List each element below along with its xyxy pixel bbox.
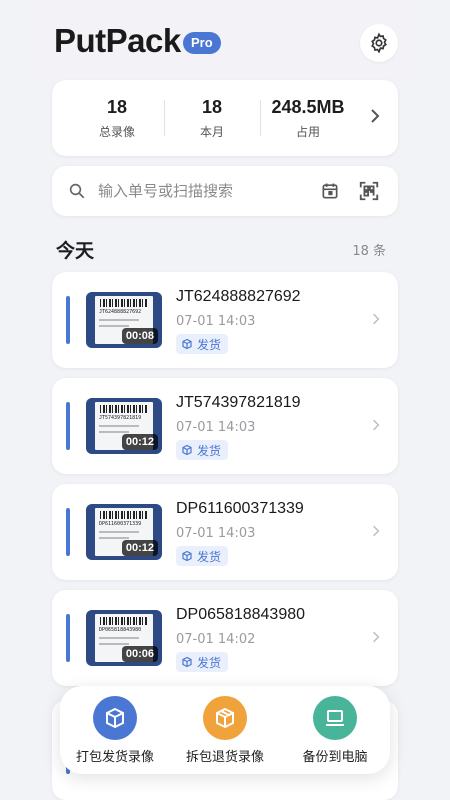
list-item[interactable]: DP065818843980 00:06 DP065818843980 07-0…	[52, 590, 398, 686]
stats-card[interactable]: 18 总录像 18 本月 248.5MB 占用	[52, 80, 398, 156]
duration-badge: 00:12	[121, 434, 158, 450]
section-title: 今天	[56, 240, 95, 262]
stat-value: 18	[201, 97, 223, 117]
stat-value: 18	[106, 97, 128, 117]
chevron-right-icon	[373, 631, 380, 643]
label-line	[99, 431, 129, 433]
video-thumbnail[interactable]: JT574397821819 00:12	[86, 398, 162, 454]
thumbnail-text: JT624888827692	[99, 309, 142, 315]
action-icon-circle	[203, 696, 247, 740]
stat-this-month: 18 本月	[160, 80, 264, 156]
stat-value: 248.5MB	[271, 97, 345, 117]
settings-button[interactable]	[360, 24, 398, 62]
pack-ship-record-button[interactable]: 打包发货录像	[60, 696, 170, 765]
tag-label: 发货	[197, 443, 222, 458]
record-datetime: 07-01 14:03	[176, 314, 256, 329]
search-input[interactable]	[98, 178, 308, 204]
tag-label: 发货	[197, 337, 222, 352]
app-title: PutPack	[54, 22, 181, 59]
label-line	[99, 531, 139, 533]
chevron-right-icon	[373, 525, 380, 537]
box-icon	[182, 550, 192, 562]
chevron-right-icon	[371, 109, 380, 123]
box-icon	[106, 707, 124, 729]
search-bar[interactable]	[52, 166, 398, 216]
type-tag: 发货	[176, 334, 229, 354]
action-bar: 打包发货录像 拆包退货录像 备份到电脑	[60, 686, 390, 774]
laptop-icon	[326, 710, 344, 726]
duration-badge: 00:12	[121, 540, 158, 556]
scan-icon[interactable]	[358, 180, 380, 202]
label-line	[99, 425, 139, 427]
label-line	[99, 537, 129, 539]
search-icon	[69, 183, 85, 199]
thumbnail-text: JT574397821819	[99, 415, 142, 421]
barcode	[100, 405, 148, 413]
tracking-number: DP065818843980	[176, 606, 306, 623]
section-count: 18 条	[352, 244, 386, 259]
stat-label: 本月	[199, 125, 224, 139]
action-label: 拆包退货录像	[185, 750, 264, 765]
chevron-right-icon	[373, 419, 380, 431]
box-icon	[182, 338, 192, 350]
pro-badge: Pro	[183, 32, 221, 54]
tracking-number: DP611600371339	[176, 500, 304, 517]
unpack-return-record-button[interactable]: 拆包退货录像	[170, 696, 280, 765]
accent-bar	[66, 508, 70, 556]
tracking-number: JT574397821819	[176, 394, 301, 411]
stat-total-videos: 18 总录像	[64, 80, 170, 156]
record-datetime: 07-01 14:03	[176, 420, 256, 435]
accent-bar	[66, 296, 70, 344]
action-icon-circle	[313, 696, 357, 740]
list-item[interactable]: JT574397821819 00:12 JT574397821819 07-0…	[52, 378, 398, 474]
type-tag: 发货	[176, 546, 229, 566]
open-box-icon	[216, 707, 234, 729]
backup-to-pc-button[interactable]: 备份到电脑	[280, 696, 390, 765]
gear-icon	[371, 32, 387, 54]
action-label: 备份到电脑	[302, 750, 368, 765]
stat-label: 占用	[295, 125, 320, 139]
list-item[interactable]: DP611600371339 00:12 DP611600371339 07-0…	[52, 484, 398, 580]
box-icon	[182, 656, 192, 668]
barcode	[100, 617, 148, 625]
label-line	[99, 643, 129, 645]
list-item[interactable]: JT624888827692 00:08 JT624888827692 07-0…	[52, 272, 398, 368]
record-datetime: 07-01 14:02	[176, 632, 256, 647]
type-tag: 发货	[176, 652, 229, 672]
accent-bar	[66, 614, 70, 662]
accent-bar	[66, 402, 70, 450]
barcode	[100, 299, 148, 307]
stat-storage: 248.5MB 占用	[256, 80, 360, 156]
tag-label: 发货	[197, 655, 222, 670]
record-datetime: 07-01 14:03	[176, 526, 256, 541]
barcode	[100, 511, 148, 519]
duration-badge: 00:06	[121, 646, 158, 662]
video-thumbnail[interactable]: JT624888827692 00:08	[86, 292, 162, 348]
label-line	[99, 325, 129, 327]
thumbnail-text: DP611600371339	[99, 521, 142, 527]
tracking-number: JT624888827692	[176, 288, 301, 305]
video-thumbnail[interactable]: DP611600371339 00:12	[86, 504, 162, 560]
label-line	[99, 637, 139, 639]
video-thumbnail[interactable]: DP065818843980 00:06	[86, 610, 162, 666]
box-icon	[182, 444, 192, 456]
tag-label: 发货	[197, 549, 222, 564]
calendar-icon[interactable]	[320, 181, 340, 201]
chevron-right-icon	[373, 313, 380, 325]
action-icon-circle	[93, 696, 137, 740]
duration-badge: 00:08	[121, 328, 158, 344]
thumbnail-text: DP065818843980	[99, 627, 142, 633]
type-tag: 发货	[176, 440, 229, 460]
action-label: 打包发货录像	[75, 750, 154, 765]
stat-label: 总录像	[98, 125, 135, 139]
label-line	[99, 319, 139, 321]
